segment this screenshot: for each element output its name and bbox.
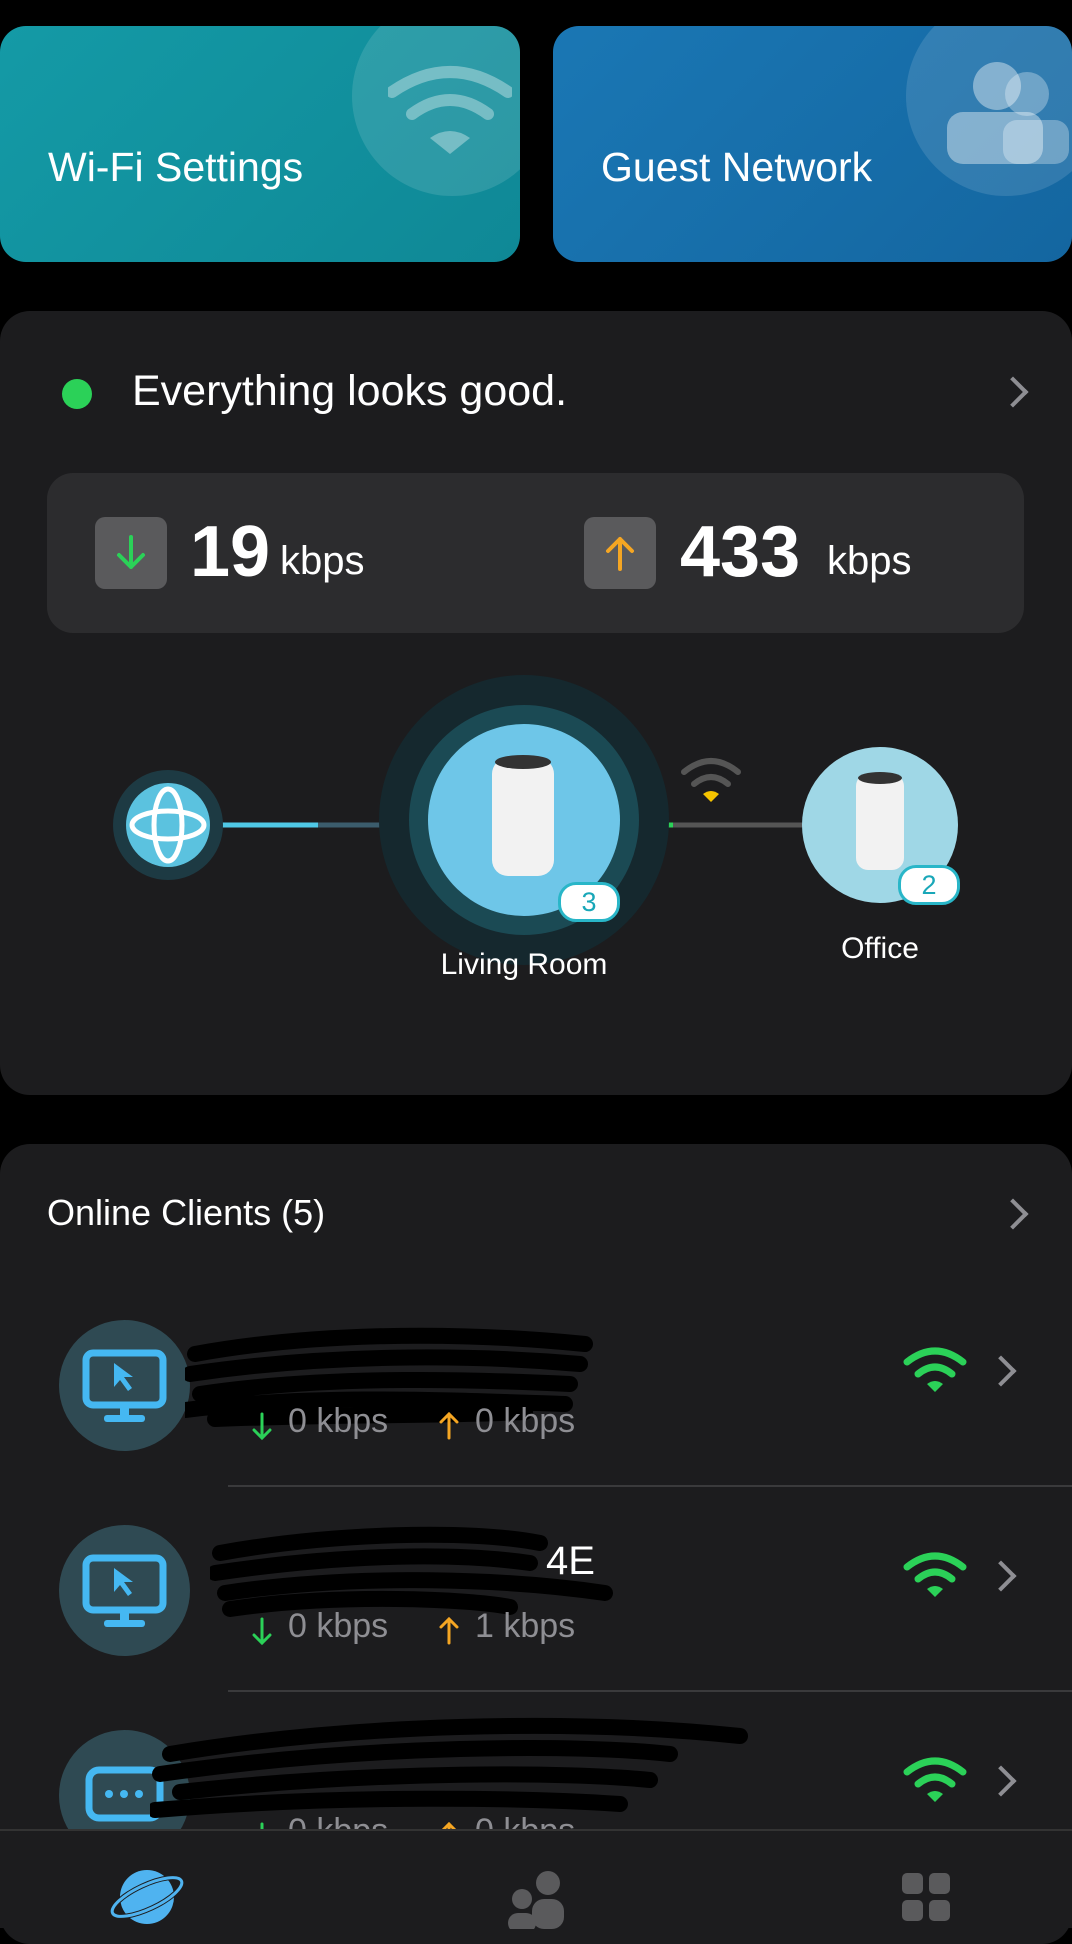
- download-speed-value: 19: [190, 512, 271, 592]
- status-indicator: [62, 379, 92, 409]
- download-speed-unit: kbps: [280, 539, 365, 583]
- monitor-icon: [82, 1349, 167, 1422]
- client-row[interactable]: 4E 0 kbps 1 kbps: [0, 1505, 1072, 1710]
- main-node-client-count: 3: [558, 882, 620, 922]
- wifi-strong-icon: [903, 1552, 967, 1597]
- upload-speed-unit: kbps: [827, 539, 912, 583]
- bottom-tab-bar: [0, 1829, 1072, 1929]
- guest-users-icon: [947, 62, 1069, 164]
- client-download-rate: 0 kbps: [288, 1607, 389, 1645]
- client-chevron-icon[interactable]: [985, 1355, 1017, 1387]
- client-avatar: [59, 1320, 190, 1451]
- download-arrow-icon: [95, 517, 167, 589]
- row-divider: [228, 1485, 1072, 1487]
- client-upload-rate: 1 kbps: [475, 1607, 576, 1645]
- client-row[interactable]: 0 kbps 0 kbps: [0, 1300, 1072, 1505]
- guest-network-label: Guest Network: [601, 144, 873, 190]
- guest-network-card[interactable]: Guest Network: [553, 26, 1072, 262]
- download-arrow-icon: [252, 1617, 272, 1646]
- upload-speed-value: 433: [680, 512, 801, 592]
- wifi-settings-card[interactable]: Wi-Fi Settings: [0, 26, 520, 262]
- satellite-node-label: Office: [841, 932, 919, 965]
- upload-arrow-icon: [439, 1616, 459, 1645]
- satellite-node-client-count: 2: [898, 865, 960, 905]
- internet-globe-icon: [113, 770, 223, 880]
- client-download-rate: 0 kbps: [288, 1402, 389, 1440]
- client-chevron-icon[interactable]: [985, 1560, 1017, 1592]
- people-icon[interactable]: [500, 1869, 572, 1929]
- download-arrow-icon: [252, 1412, 272, 1441]
- client-upload-rate: 0 kbps: [475, 1402, 576, 1440]
- row-divider: [228, 1690, 1072, 1692]
- wifi-link-icon: [680, 750, 742, 802]
- upload-arrow-icon: [584, 517, 656, 589]
- wifi-strong-icon: [903, 1757, 967, 1802]
- client-chevron-icon[interactable]: [985, 1765, 1017, 1797]
- wifi-settings-label: Wi-Fi Settings: [48, 144, 304, 190]
- wifi-icon: [388, 66, 512, 154]
- main-node-label: Living Room: [440, 948, 608, 981]
- wifi-strong-icon: [903, 1347, 967, 1392]
- redaction-scribble: [150, 1717, 748, 1818]
- client-avatar: [59, 1525, 190, 1656]
- status-message[interactable]: Everything looks good.: [132, 367, 567, 416]
- monitor-icon: [82, 1554, 167, 1627]
- planet-icon[interactable]: [110, 1861, 184, 1927]
- upload-arrow-icon: [439, 1411, 459, 1440]
- online-clients-title[interactable]: Online Clients (5): [47, 1192, 325, 1234]
- speed-summary: 19 kbps 433 kbps: [47, 473, 1024, 633]
- grid-icon[interactable]: [900, 1871, 952, 1923]
